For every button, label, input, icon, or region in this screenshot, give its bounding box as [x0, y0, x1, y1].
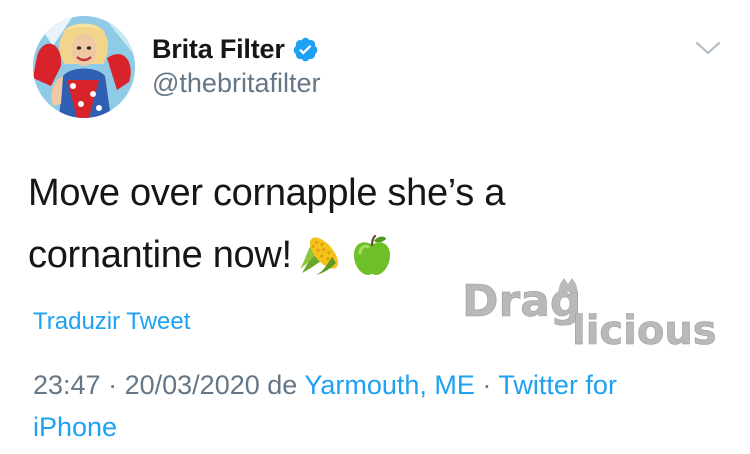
tweet-metadata: 23:47 · 20/03/2020 de Yarmouth, ME · Twi… — [33, 364, 723, 448]
tweet-text: Move over cornapple she’s a cornantine n… — [28, 162, 588, 296]
tweet-card: Brita Filter @thebritafilter Move over c… — [0, 0, 750, 454]
tweet-text-line-2-text: cornantine now! — [28, 234, 292, 276]
draglicious-watermark-logo: Drag licious — [462, 278, 717, 350]
green-apple-emoji-icon — [350, 233, 394, 296]
avatar-image — [33, 16, 135, 118]
tweet-time[interactable]: 23:47 — [33, 370, 101, 400]
meta-line-2: iPhone — [33, 406, 723, 448]
chevron-down-icon[interactable] — [694, 37, 722, 59]
tweet-date[interactable]: 20/03/2020 — [125, 370, 260, 400]
meta-line-1: 23:47 · 20/03/2020 de Yarmouth, ME · Twi… — [33, 364, 723, 406]
location-link[interactable]: Yarmouth, ME — [304, 370, 475, 400]
corn-emoji-icon — [298, 233, 344, 296]
meta-separator-2: · — [482, 370, 492, 400]
meta-preposition: de — [267, 370, 298, 400]
user-handle[interactable]: @thebritafilter — [152, 68, 320, 99]
name-row: Brita Filter — [152, 30, 319, 68]
svg-text:licious: licious — [572, 308, 717, 350]
verified-badge-icon — [292, 36, 319, 63]
tweet-text-line-1: Move over cornapple she’s a — [28, 172, 506, 214]
translate-tweet-link[interactable]: Traduzir Tweet — [33, 308, 190, 336]
display-name[interactable]: Brita Filter — [152, 34, 285, 65]
avatar[interactable] — [33, 16, 135, 118]
meta-separator: · — [108, 370, 118, 400]
source-link-line-2[interactable]: iPhone — [33, 412, 117, 442]
source-link-line-1[interactable]: Twitter for — [498, 370, 617, 400]
